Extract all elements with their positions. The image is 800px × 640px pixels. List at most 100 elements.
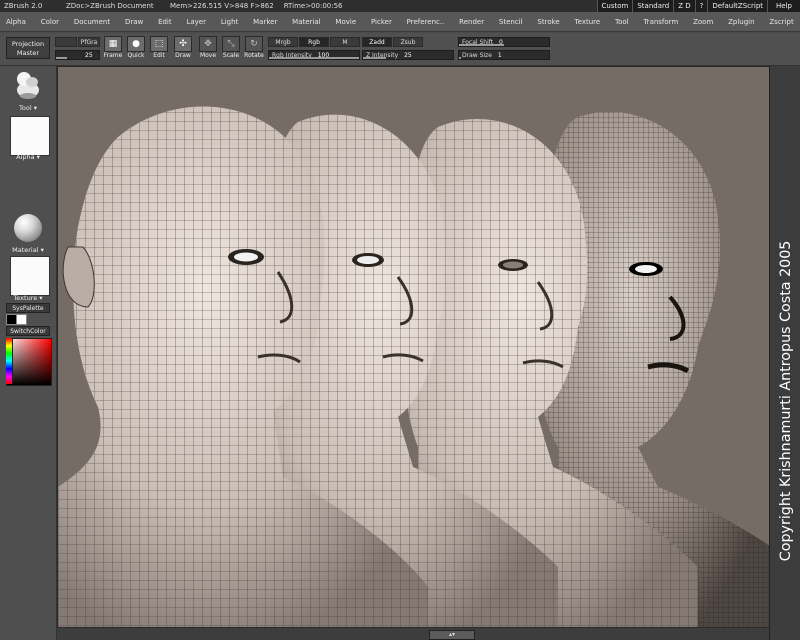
frame-icon: ▦	[104, 36, 122, 52]
material-sphere-icon[interactable]	[14, 214, 42, 242]
draw-size-fill	[459, 57, 461, 59]
texture-label[interactable]: Texture ▾	[0, 294, 56, 302]
rgb-intensity-slider[interactable]: Rgb Intensity 100	[268, 50, 360, 60]
menu-transform[interactable]: Transform	[643, 18, 678, 26]
menu-stencil[interactable]: Stencil	[499, 18, 523, 26]
draw-label: Draw	[175, 52, 191, 59]
document-name: ZDoc>ZBrush Document	[66, 2, 154, 10]
help-question-button[interactable]: ?	[694, 0, 708, 12]
draw-size-slider[interactable]: Draw Size 1	[458, 50, 550, 60]
tool-label[interactable]: Tool ▾	[0, 104, 56, 112]
copyright-watermark: Copyright Krishnamurti Antropus Costa 20…	[778, 241, 794, 562]
zsub-button[interactable]: Zsub	[393, 37, 423, 47]
tool-label-text: Tool	[19, 104, 32, 112]
toolbar: Projection Master PfGra 25 ▦ Frame ● Qui…	[0, 33, 800, 66]
menu-movie[interactable]: Movie	[335, 18, 356, 26]
projection-master-button[interactable]: Projection Master	[6, 37, 50, 59]
move-icon: ✥	[199, 36, 217, 52]
switchcolor-button[interactable]: SwitchColor	[6, 326, 50, 336]
draw-icon: ✣	[174, 36, 192, 52]
scale-label: Scale	[222, 52, 240, 59]
mrgb-button[interactable]: Mrgb	[268, 37, 298, 47]
menu-zscript[interactable]: Zscript	[769, 18, 793, 26]
left-tray: Tool ▾ Alpha ▾ Material ▾ Texture ▾ SysP…	[0, 66, 57, 640]
menu-tool[interactable]: Tool	[615, 18, 629, 26]
edit-label: Edit	[153, 52, 165, 59]
canvas-bottom-bar: ▴▾	[57, 628, 770, 640]
texture-label-text: Texture	[13, 294, 38, 302]
draw-button[interactable]: ✣ Draw	[172, 36, 194, 62]
rotate-icon: ↻	[245, 36, 263, 52]
rotate-label: Rotate	[244, 52, 264, 59]
menu-zplugin[interactable]: Zplugin	[728, 18, 754, 26]
app-name: ZBrush 2.0	[4, 2, 43, 10]
frame-button[interactable]: ▦ Frame	[102, 36, 124, 62]
blank-swatch-button[interactable]	[55, 37, 77, 47]
z-intensity-fill	[363, 57, 386, 59]
secondary-color-swatch[interactable]	[16, 314, 27, 325]
menu-marker[interactable]: Marker	[253, 18, 277, 26]
move-button[interactable]: ✥ Move	[197, 36, 219, 62]
help-button[interactable]: Help	[767, 0, 800, 12]
menu-document[interactable]: Document	[74, 18, 110, 26]
rgb-intensity-fill	[269, 57, 359, 59]
document-canvas[interactable]	[57, 66, 770, 628]
standard-ui-button[interactable]: Standard	[632, 0, 674, 12]
title-bar-right: Custom Standard Z D ? DefaultZScript Hel…	[596, 0, 800, 12]
scale-button[interactable]: ⤡ Scale	[220, 36, 242, 62]
alpha-label[interactable]: Alpha ▾	[0, 153, 56, 161]
rotate-button[interactable]: ↻ Rotate	[243, 36, 265, 62]
small-slider[interactable]: 25	[55, 50, 100, 60]
focal-shift-slider[interactable]: Focal Shift 0	[458, 37, 550, 47]
quick-label: Quick	[127, 52, 145, 59]
menu-draw[interactable]: Draw	[125, 18, 143, 26]
menu-color[interactable]: Color	[41, 18, 59, 26]
syspalette-button[interactable]: SysPalette	[6, 303, 50, 313]
rgb-button[interactable]: Rgb	[299, 37, 329, 47]
menu-zoom[interactable]: Zoom	[693, 18, 713, 26]
menu-preferences[interactable]: Preferenc..	[407, 18, 445, 26]
canvas-scroll-handle[interactable]: ▴▾	[429, 630, 475, 640]
tool-thumbnail-icon[interactable]	[14, 70, 42, 100]
quick-button[interactable]: ● Quick	[125, 36, 147, 62]
menu-light[interactable]: Light	[221, 18, 238, 26]
zbrush-window: ZBrush 2.0 ZDoc>ZBrush Document Mem>226.…	[0, 0, 800, 640]
menu-picker[interactable]: Picker	[371, 18, 392, 26]
default-zscript-button[interactable]: DefaultZScript	[707, 0, 768, 12]
right-tray: Copyright Krishnamurti Antropus Costa 20…	[769, 66, 800, 640]
projection-master-label-2: Master	[16, 49, 40, 57]
frame-label: Frame	[103, 52, 123, 59]
edit-button[interactable]: ⬚ Edit	[148, 36, 170, 62]
quick-sphere-icon: ●	[127, 36, 145, 52]
focal-shift-fill	[459, 44, 504, 46]
alpha-label-text: Alpha	[16, 153, 35, 161]
zadd-button[interactable]: Zadd	[362, 37, 392, 47]
menu-render[interactable]: Render	[459, 18, 484, 26]
m-button[interactable]: M	[330, 37, 360, 47]
move-label: Move	[199, 52, 217, 59]
title-bar: ZBrush 2.0 ZDoc>ZBrush Document Mem>226.…	[0, 0, 800, 12]
hue-bar[interactable]	[6, 338, 13, 384]
memory-stats: Mem>226.515 V>848 F>862	[170, 2, 274, 10]
pfgra-button[interactable]: PfGra	[78, 37, 100, 47]
edit-icon: ⬚	[150, 36, 168, 52]
draw-size-value: 1	[497, 52, 502, 59]
texture-swatch[interactable]	[10, 256, 50, 296]
material-label[interactable]: Material ▾	[0, 246, 56, 254]
menu-bar: Alpha Color Document Draw Edit Layer Lig…	[0, 12, 800, 32]
alpha-swatch[interactable]	[10, 116, 50, 156]
zd-button[interactable]: Z D	[673, 0, 695, 12]
menu-layer[interactable]: Layer	[186, 18, 206, 26]
custom-ui-button[interactable]: Custom	[596, 0, 633, 12]
small-slider-value: 25	[85, 52, 93, 59]
z-intensity-value: 25	[404, 52, 412, 59]
menu-stroke[interactable]: Stroke	[537, 18, 559, 26]
copyright-text: Copyright Krishnamurti Antropus Costa 20…	[778, 241, 794, 562]
menu-texture[interactable]: Texture	[575, 18, 601, 26]
menu-alpha[interactable]: Alpha	[6, 18, 26, 26]
head-sculpt-render	[58, 106, 769, 627]
z-intensity-slider[interactable]: Z Intensity 25	[362, 50, 454, 60]
menu-material[interactable]: Material	[292, 18, 320, 26]
render-time: RTime>00:00:56	[283, 2, 343, 10]
menu-edit[interactable]: Edit	[158, 18, 172, 26]
